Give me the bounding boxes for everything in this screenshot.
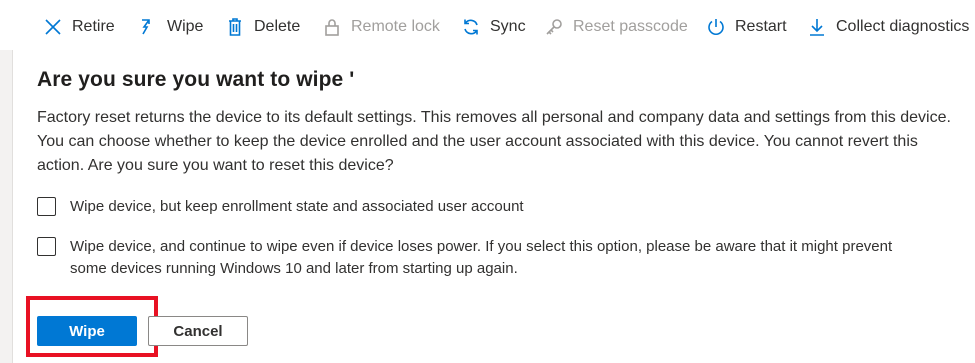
download-icon [806,16,828,38]
dialog-title: Are you sure you want to wipe ' [37,68,355,91]
key-icon [543,16,565,38]
lock-icon [321,16,343,38]
restart-label: Restart [735,18,787,35]
keep-enrollment-checkbox[interactable] [37,197,56,216]
wipe-power-loss-checkbox[interactable] [37,237,56,256]
wipe-icon [137,16,159,38]
wipe-confirmation-dialog: Are you sure you want to wipe ' Factory … [13,50,975,363]
cancel-button[interactable]: Cancel [148,316,248,346]
retire-button[interactable]: Retire [42,13,115,41]
reset-passcode-button[interactable]: Reset passcode [543,13,688,41]
remote-lock-button[interactable]: Remote lock [321,13,440,41]
wipe-toolbar-label: Wipe [167,18,204,35]
wipe-power-loss-label: Wipe device, and continue to wipe even i… [70,238,893,277]
reset-passcode-label: Reset passcode [573,18,688,35]
delete-button[interactable]: Delete [224,13,300,41]
keep-enrollment-label: Wipe device, but keep enrollment state a… [70,198,524,215]
retire-label: Retire [72,18,115,35]
restart-button[interactable]: Restart [705,13,787,41]
delete-label: Delete [254,18,301,35]
wipe-toolbar-button[interactable]: Wipe [137,13,203,41]
sync-button[interactable]: Sync [460,13,526,41]
collect-diagnostics-button[interactable]: Collect diagnostics [806,13,969,41]
command-bar: Retire Wipe Delete Remote lock Sync Rese… [0,0,975,52]
sync-icon [460,16,482,38]
collect-diagnostics-label: Collect diagnostics [836,18,970,35]
sync-label: Sync [490,18,526,35]
trash-icon [224,16,246,38]
close-icon [42,16,64,38]
power-icon [705,16,727,38]
remote-lock-label: Remote lock [351,18,440,35]
keep-enrollment-option[interactable]: Wipe device, but keep enrollment state a… [37,196,930,218]
panel-edge [0,50,13,363]
wipe-power-loss-option[interactable]: Wipe device, and continue to wipe even i… [37,236,930,280]
wipe-confirm-button[interactable]: Wipe [37,316,137,346]
dialog-message: Factory reset returns the device to its … [37,109,951,174]
